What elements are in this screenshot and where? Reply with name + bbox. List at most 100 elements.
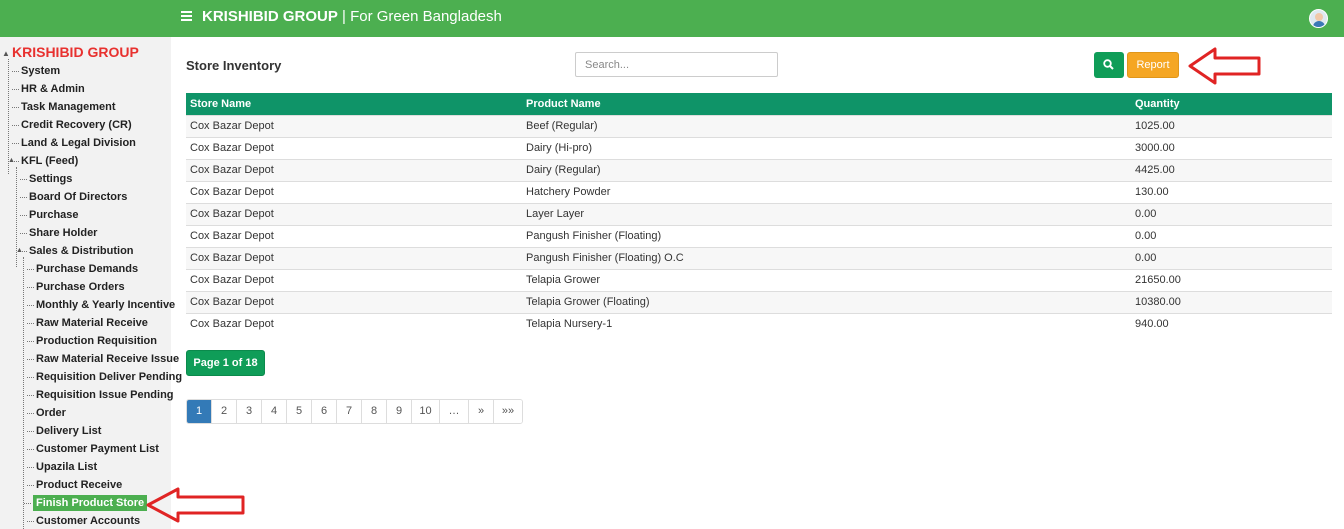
sidebar-item-label: Land & Legal Division	[21, 137, 136, 149]
sidebar-item-kfl-feed[interactable]: ▲ KFL (Feed)	[8, 153, 79, 169]
table-row[interactable]: Cox Bazar Depot Telapia Grower 21650.00	[186, 268, 1332, 291]
sidebar-item-upazila-list[interactable]: Upazila List	[26, 459, 97, 475]
sidebar-item-delivery-list[interactable]: Delivery List	[26, 423, 101, 439]
quantity-cell: 0.00	[1131, 224, 1332, 247]
sidebar-item-label: Credit Recovery (CR)	[21, 119, 132, 131]
product-name-cell: Telapia Grower	[522, 268, 1131, 291]
sidebar-item-purchase[interactable]: Purchase	[20, 207, 79, 223]
store-name-cell: Cox Bazar Depot	[186, 246, 522, 269]
search-button[interactable]	[1094, 52, 1124, 78]
quantity-cell: 3000.00	[1131, 136, 1332, 159]
table-row[interactable]: Cox Bazar Depot Telapia Nursery-1 940.00	[186, 312, 1332, 335]
page-link[interactable]: 6	[311, 400, 336, 423]
page-link[interactable]: 7	[336, 400, 361, 423]
sidebar-item-task-management[interactable]: Task Management	[12, 99, 116, 115]
quantity-cell: 21650.00	[1131, 268, 1332, 291]
page-link[interactable]: 10	[411, 400, 439, 423]
quantity-cell: 10380.00	[1131, 290, 1332, 313]
product-name-cell: Beef (Regular)	[522, 114, 1131, 137]
page-title: Store Inventory	[186, 58, 282, 73]
sidebar-item-label: Board Of Directors	[29, 191, 128, 203]
sidebar-item-production-requisition[interactable]: Production Requisition	[27, 333, 157, 349]
table-row[interactable]: Cox Bazar Depot Pangush Finisher (Floatin…	[186, 246, 1332, 269]
table-row[interactable]: Cox Bazar Depot Telapia Grower (Floating)…	[186, 290, 1332, 313]
tree-root-expander[interactable]: ▲	[2, 49, 10, 58]
sidebar-item-label: Order	[36, 407, 66, 419]
product-name-cell: Hatchery Powder	[522, 180, 1131, 203]
page-link[interactable]: 9	[386, 400, 411, 423]
sidebar-item-monthly-yearly-incentive[interactable]: Monthly & Yearly Incentive	[26, 297, 176, 313]
page-link[interactable]: …	[439, 400, 468, 423]
sidebar-item-label: Settings	[29, 173, 73, 185]
sidebar-item-requisition-issue-pending[interactable]: Requisition Issue Pending	[27, 387, 174, 403]
sidebar-item-land-legal-division[interactable]: Land & Legal Division	[12, 135, 136, 151]
sidebar-item-board-of-directors[interactable]: Board Of Directors	[19, 189, 128, 205]
sidebar-item-share-holder[interactable]: Share Holder	[19, 225, 97, 241]
quantity-cell: 0.00	[1131, 246, 1332, 269]
sidebar-item-hr-admin[interactable]: HR & Admin	[12, 81, 85, 97]
product-name-cell: Telapia Grower (Floating)	[522, 290, 1131, 313]
column-header-quantity[interactable]: Quantity	[1131, 93, 1332, 115]
product-name-cell: Dairy (Hi-pro)	[522, 136, 1131, 159]
page-link[interactable]: 8	[361, 400, 386, 423]
page-link[interactable]: 4	[261, 400, 286, 423]
sidebar-item-product-receive[interactable]: Product Receive	[26, 477, 122, 493]
sidebar-item-credit-recovery-cr[interactable]: Credit Recovery (CR)	[12, 117, 132, 133]
page-link[interactable]: »»	[493, 400, 522, 423]
quantity-cell: 4425.00	[1131, 158, 1332, 181]
sidebar-item-raw-material-receive[interactable]: Raw Material Receive	[27, 315, 148, 331]
quantity-cell: 1025.00	[1131, 114, 1332, 137]
quantity-cell: 0.00	[1131, 202, 1332, 225]
sidebar-item-raw-material-receive-issue[interactable]: Raw Material Receive Issue	[26, 351, 179, 367]
sidebar-item-label: Requisition Issue Pending	[36, 389, 174, 401]
sidebar-item-sales-distribution[interactable]: ▲ Sales & Distribution	[16, 243, 134, 259]
store-name-cell: Cox Bazar Depot	[186, 312, 522, 335]
sidebar-item-settings[interactable]: Settings	[19, 171, 73, 187]
tree-expander-icon[interactable]: ▲	[16, 243, 23, 259]
table-row[interactable]: Cox Bazar Depot Pangush Finisher (Floatin…	[186, 224, 1332, 247]
sidebar: ▲ KRISHIBID GROUP System HR & Admin Task M…	[0, 37, 182, 529]
sidebar-item-label: Requisition Deliver Pending	[36, 371, 183, 383]
store-name-cell: Cox Bazar Depot	[186, 114, 522, 137]
app-tagline: For Green Bangladesh	[350, 8, 502, 25]
table-row[interactable]: Cox Bazar Depot Hatchery Powder 130.00	[186, 180, 1332, 203]
sidebar-item-label: Raw Material Receive	[36, 317, 148, 329]
sidebar-item-finish-product-store[interactable]: Finish Product Store	[23, 495, 148, 511]
page-link[interactable]: 5	[286, 400, 311, 423]
report-button[interactable]: Report	[1127, 52, 1179, 78]
column-header-store[interactable]: Store Name	[186, 93, 522, 115]
sidebar-item-purchase-demands[interactable]: Purchase Demands	[26, 261, 138, 277]
search-input[interactable]	[575, 52, 778, 77]
store-name-cell: Cox Bazar Depot	[186, 202, 522, 225]
hamburger-icon[interactable]	[181, 11, 192, 22]
sidebar-item-label: Monthly & Yearly Incentive	[36, 299, 176, 311]
sidebar-item-label: HR & Admin	[21, 83, 85, 95]
tree-expander-icon[interactable]: ▲	[8, 153, 15, 169]
product-name-cell: Pangush Finisher (Floating) O.C	[522, 246, 1131, 269]
column-header-product[interactable]: Product Name	[522, 93, 1131, 115]
quantity-cell: 940.00	[1131, 312, 1332, 335]
page-link[interactable]: 3	[236, 400, 261, 423]
red-outline-arrow-icon	[146, 487, 245, 523]
table-row[interactable]: Cox Bazar Depot Dairy (Regular) 4425.00	[186, 158, 1332, 181]
user-avatar[interactable]	[1309, 9, 1328, 28]
table-row[interactable]: Cox Bazar Depot Dairy (Hi-pro) 3000.00	[186, 136, 1332, 159]
sidebar-item-customer-accounts[interactable]: Customer Accounts	[26, 513, 140, 529]
quantity-cell: 130.00	[1131, 180, 1332, 203]
page-link[interactable]: 1	[187, 400, 211, 423]
sidebar-item-system[interactable]: System	[11, 63, 60, 79]
search-icon	[1103, 59, 1114, 70]
store-name-cell: Cox Bazar Depot	[186, 136, 522, 159]
sidebar-item-label: Production Requisition	[36, 335, 157, 347]
table-row[interactable]: Cox Bazar Depot Layer Layer 0.00	[186, 202, 1332, 225]
sidebar-item-label: KFL (Feed)	[21, 155, 79, 167]
product-name-cell: Pangush Finisher (Floating)	[522, 224, 1131, 247]
page-link[interactable]: 2	[211, 400, 236, 423]
sidebar-item-order[interactable]: Order	[27, 405, 66, 421]
sidebar-item-purchase-orders[interactable]: Purchase Orders	[27, 279, 125, 295]
sidebar-item-customer-payment-list[interactable]: Customer Payment List	[27, 441, 159, 457]
table-row[interactable]: Cox Bazar Depot Beef (Regular) 1025.00	[186, 114, 1332, 137]
store-name-cell: Cox Bazar Depot	[186, 180, 522, 203]
sidebar-item-requisition-deliver-pending[interactable]: Requisition Deliver Pending	[26, 369, 183, 385]
page-link[interactable]: »	[468, 400, 493, 423]
